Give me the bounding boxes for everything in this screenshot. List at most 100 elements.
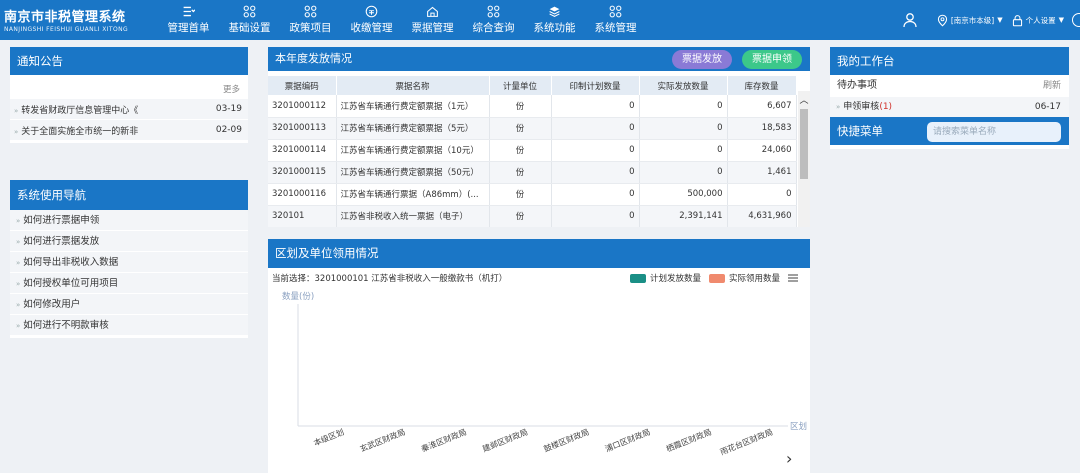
notice-text: 关于全面实施全市统一的新非	[21, 126, 139, 137]
chevron-up-icon[interactable]: ︿	[798, 93, 810, 106]
table-row[interactable]: 3201000116 江苏省车辆通行票据（A86mm）(... 份 0 500,…	[268, 183, 797, 206]
nav-item-system-functions[interactable]: 系统功能	[524, 0, 585, 40]
chart-panel: 区划及单位领用情况 当前选择：3201000101 江苏省非税收入一般缴款书（机…	[268, 239, 810, 473]
chevron-right-icon[interactable]: ›	[786, 449, 792, 468]
ticket-code: 3201000115	[268, 161, 337, 184]
guide-item[interactable]: » 如何授权单位可用项目	[10, 273, 248, 294]
table-row[interactable]: 3201000115 江苏省车辆通行费定额票据（50元） 份 0 0 1,461	[268, 161, 797, 184]
refresh-link[interactable]: 刷新	[1043, 75, 1061, 97]
help-icon[interactable]	[1072, 13, 1080, 27]
chart-menu-icon[interactable]	[788, 274, 798, 282]
legend-swatch-plan	[629, 273, 646, 283]
bullet-icon: »	[16, 301, 21, 309]
column-header[interactable]: 印制计划数量	[551, 76, 640, 95]
column-header[interactable]: 库存数量	[727, 76, 797, 95]
guide-text: 如何进行票据发放	[23, 236, 100, 247]
table-row[interactable]: 3201000113 江苏省车辆通行费定额票据（5元） 份 0 0 18,583	[268, 117, 797, 140]
table-row[interactable]: 320101 江苏省非税收入统一票据（电子） 份 0 2,391,141 4,6…	[268, 205, 797, 227]
todo-header: 待办事项 刷新	[830, 75, 1069, 97]
guide-text: 如何进行票据申领	[23, 215, 100, 226]
nav-item-collection[interactable]: 收缴管理	[341, 0, 402, 40]
column-header[interactable]: 票据编码	[268, 76, 337, 95]
ticket-code: 3201000112	[268, 95, 337, 118]
notice-date: 03-19	[215, 104, 242, 114]
ticket-issued-qty: 0	[639, 117, 728, 140]
ticket-stock-qty: 18,583	[727, 117, 797, 140]
personal-settings[interactable]: 个人设置 ▼	[1011, 14, 1064, 27]
current-selection: 当前选择：3201000101 江苏省非税收入一般缴款书（机打）	[272, 274, 508, 284]
settings-label: 个人设置	[1025, 15, 1056, 25]
ticket-name: 江苏省车辆通行费定额票据（50元）	[336, 161, 490, 184]
nav-item-query[interactable]: 综合查询	[463, 0, 524, 40]
notice-item[interactable]: » 关于全面实施全市统一的新非 02-09	[10, 120, 248, 141]
top-bar: 南京市非税管理系统 NANJINGSHI FEISHUI GUANLI XITO…	[0, 0, 1080, 40]
ticket-plan-qty: 0	[551, 183, 640, 206]
apply-ticket-button[interactable]: 票据申领	[742, 50, 802, 69]
ticket-name: 江苏省车辆通行票据（A86mm）(...	[336, 183, 490, 206]
bullet-icon: »	[14, 127, 19, 136]
issue-ticket-button[interactable]: 票据发放	[672, 50, 732, 69]
legend-item-plan[interactable]: 计划发放数量	[629, 272, 701, 284]
column-header[interactable]: 实际发放数量	[639, 76, 728, 95]
guide-item[interactable]: » 如何导出非税收入数据	[10, 252, 248, 273]
ticket-plan-qty: 0	[551, 161, 640, 184]
ticket-issued-qty: 500,000	[639, 183, 728, 206]
bullet-icon: »	[16, 280, 21, 288]
guide-item[interactable]: » 如何进行不明款审核	[10, 315, 248, 336]
user-button[interactable]	[892, 12, 928, 28]
ticket-stock-qty: 24,060	[727, 139, 797, 162]
quick-menu-title: 快捷菜单	[837, 124, 883, 138]
legend-label-actual: 实际领用数量	[728, 274, 780, 284]
x-tick-label: 秦淮区财政局	[420, 427, 468, 454]
legend-label-plan: 计划发放数量	[649, 274, 701, 284]
bullet-icon: »	[14, 106, 19, 115]
chart-info-bar: 当前选择：3201000101 江苏省非税收入一般缴款书（机打） 计划发放数量 …	[268, 268, 810, 288]
guide-item[interactable]: » 如何进行票据发放	[10, 231, 248, 252]
notice-panel: 通知公告 更多 » 转发省财政厅信息管理中心《 03-19 » 关于全面实施全市统一…	[10, 47, 248, 143]
nav-item-system-management[interactable]: 系统管理	[585, 0, 646, 40]
table-row[interactable]: 3201000114 江苏省车辆通行费定额票据（10元） 份 0 0 24,06…	[268, 139, 797, 162]
column-header[interactable]: 计量单位	[489, 76, 552, 95]
more-link[interactable]: 更多	[10, 77, 248, 99]
guide-text: 如何修改用户	[23, 299, 81, 310]
guide-text: 如何导出非税收入数据	[23, 257, 119, 268]
nav-label: 管理首单	[167, 22, 210, 34]
notice-item[interactable]: » 转发省财政厅信息管理中心《 03-19	[10, 99, 248, 120]
todo-date: 06-17	[1034, 102, 1061, 112]
caret-down-icon: ▼	[997, 16, 1003, 24]
ticket-stock-qty: 4,631,960	[727, 205, 797, 227]
nav-item-basic-settings[interactable]: 基础设置	[219, 0, 280, 40]
guide-title: 系统使用导航	[10, 180, 248, 210]
todo-label: 申领审核	[843, 102, 880, 112]
ticket-plan-qty: 0	[551, 95, 640, 118]
ticket-unit: 份	[489, 161, 552, 184]
table-header-row: 票据编码 票据名称 计量单位 印制计划数量 实际发放数量 库存数量	[268, 76, 797, 95]
ticket-panel: 本年度发放情况 票据发放 票据申领 票据编码 票据名称 计量单位 印制计划数量 …	[268, 47, 810, 227]
legend-swatch-actual	[708, 273, 725, 283]
bullet-icon: »	[16, 259, 21, 267]
bar-chart: 数量(份) 区划 本级区划 玄武区财政局 秦淮区财政局 建邺区财政局 鼓楼区财政局 浦口区…	[282, 291, 807, 468]
guide-text: 如何进行不明款审核	[23, 320, 109, 331]
guide-item[interactable]: » 如何进行票据申领	[10, 210, 248, 231]
nav-item-ticket-management[interactable]: 票据管理	[402, 0, 463, 40]
home-icon	[427, 6, 438, 17]
table-row[interactable]: 3201000112 江苏省车辆通行费定额票据（1元） 份 0 0 6,607	[268, 95, 797, 118]
column-header[interactable]: 票据名称	[336, 76, 490, 95]
user-icon	[903, 13, 917, 28]
main-nav: 管理首单 基础设置 政策项目 收缴管理 票据管理 综合查询 系统功能 系统管理	[158, 0, 646, 40]
todo-item[interactable]: » 申领审核(1) 06-17	[830, 97, 1069, 117]
quick-menu-search-input[interactable]	[927, 122, 1061, 142]
todo-title: 待办事项	[837, 80, 877, 91]
ticket-panel-header: 本年度发放情况 票据发放 票据申领	[268, 47, 810, 71]
ticket-name: 江苏省非税收入统一票据（电子）	[336, 205, 490, 227]
x-tick-label: 玄武区财政局	[358, 427, 406, 454]
nav-label: 收缴管理	[350, 22, 393, 34]
region-selector[interactable]: [南京市本级] ▼	[936, 14, 1003, 27]
legend-item-actual[interactable]: 实际领用数量	[708, 272, 780, 284]
guide-item[interactable]: » 如何修改用户	[10, 294, 248, 315]
brand-title: 南京市非税管理系统	[4, 10, 126, 25]
nav-item-policy-projects[interactable]: 政策项目	[280, 0, 341, 40]
scrollbar-thumb[interactable]	[800, 109, 808, 179]
table-scrollbar[interactable]: ︿ ﹀	[798, 91, 810, 227]
nav-item-home[interactable]: 管理首单	[158, 0, 219, 40]
